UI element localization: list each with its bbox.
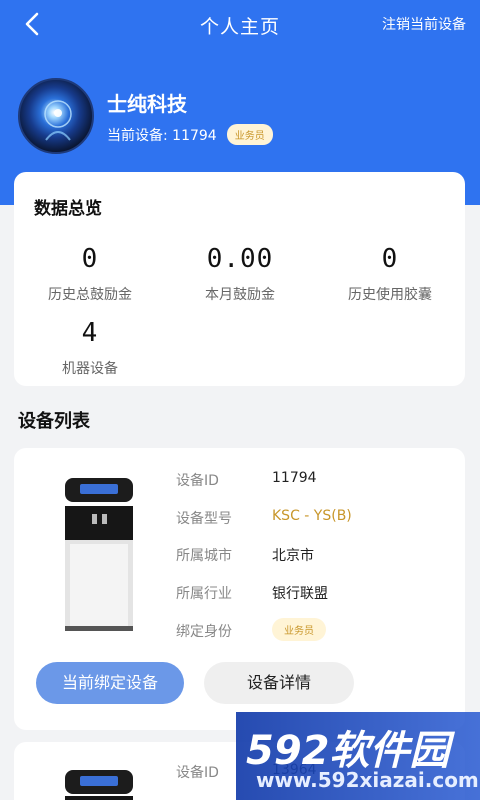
device-list-title: 设备列表	[18, 411, 90, 432]
current-bound-device-button[interactable]: 当前绑定设备	[36, 662, 184, 704]
profile-name: 士纯科技	[107, 92, 187, 116]
stat-value: 0	[381, 244, 399, 274]
stat-label: 机器设备	[62, 361, 118, 377]
stat-value: 0	[81, 244, 99, 274]
industry-label: 所属行业	[176, 586, 232, 602]
device-card: 设备ID 11794 设备型号 KSC - YS(B) 所属城市 北京市 所属行…	[14, 448, 465, 730]
stat-label: 本月鼓励金	[205, 287, 275, 303]
logout-device-link[interactable]: 注销当前设备	[382, 14, 466, 34]
industry-value: 银行联盟	[272, 586, 328, 602]
overview-title: 数据总览	[34, 199, 102, 219]
city-value: 北京市	[272, 548, 314, 564]
device-details-button[interactable]: 设备详情	[204, 662, 354, 704]
role-badge: 业务员	[226, 124, 273, 145]
stat-month-incentive: 0.00 本月鼓励金	[190, 244, 290, 304]
stat-label: 历史使用胶囊	[348, 287, 432, 303]
current-device-line: 当前设备: 11794 业务员	[107, 124, 273, 145]
device-id-value: 11794	[272, 470, 317, 486]
data-overview-card: 数据总览 0 历史总鼓励金 0.00 本月鼓励金 0 历史使用胶囊 4 机器设备	[14, 172, 465, 386]
device-id-label: 设备ID	[176, 473, 219, 489]
top-bar: 个人主页 注销当前设备	[0, 0, 480, 48]
stat-machines: 4 机器设备	[44, 318, 136, 378]
stat-value: 0.00	[206, 244, 274, 274]
city-label: 所属城市	[176, 548, 232, 564]
binding-role-badge: 业务员	[272, 618, 326, 641]
stat-value: 4	[81, 318, 99, 348]
watermark: 592软件园 www.592xiazai.com	[236, 712, 480, 800]
avatar	[18, 78, 94, 154]
water-dispenser-image	[62, 476, 136, 636]
stat-total-incentive: 0 历史总鼓励金	[34, 244, 146, 304]
stat-capsules-used: 0 历史使用胶囊	[334, 244, 446, 304]
watermark-url: www.592xiazai.com	[256, 768, 479, 792]
device-model-label: 设备型号	[176, 511, 232, 527]
device-model-value: KSC - YS(B)	[272, 508, 352, 524]
device-id-label: 设备ID	[176, 765, 219, 781]
current-device-label: 当前设备: 11794	[107, 127, 217, 144]
stat-label: 历史总鼓励金	[48, 287, 132, 303]
water-dispenser-image	[62, 768, 136, 800]
binding-label: 绑定身份	[176, 624, 232, 640]
